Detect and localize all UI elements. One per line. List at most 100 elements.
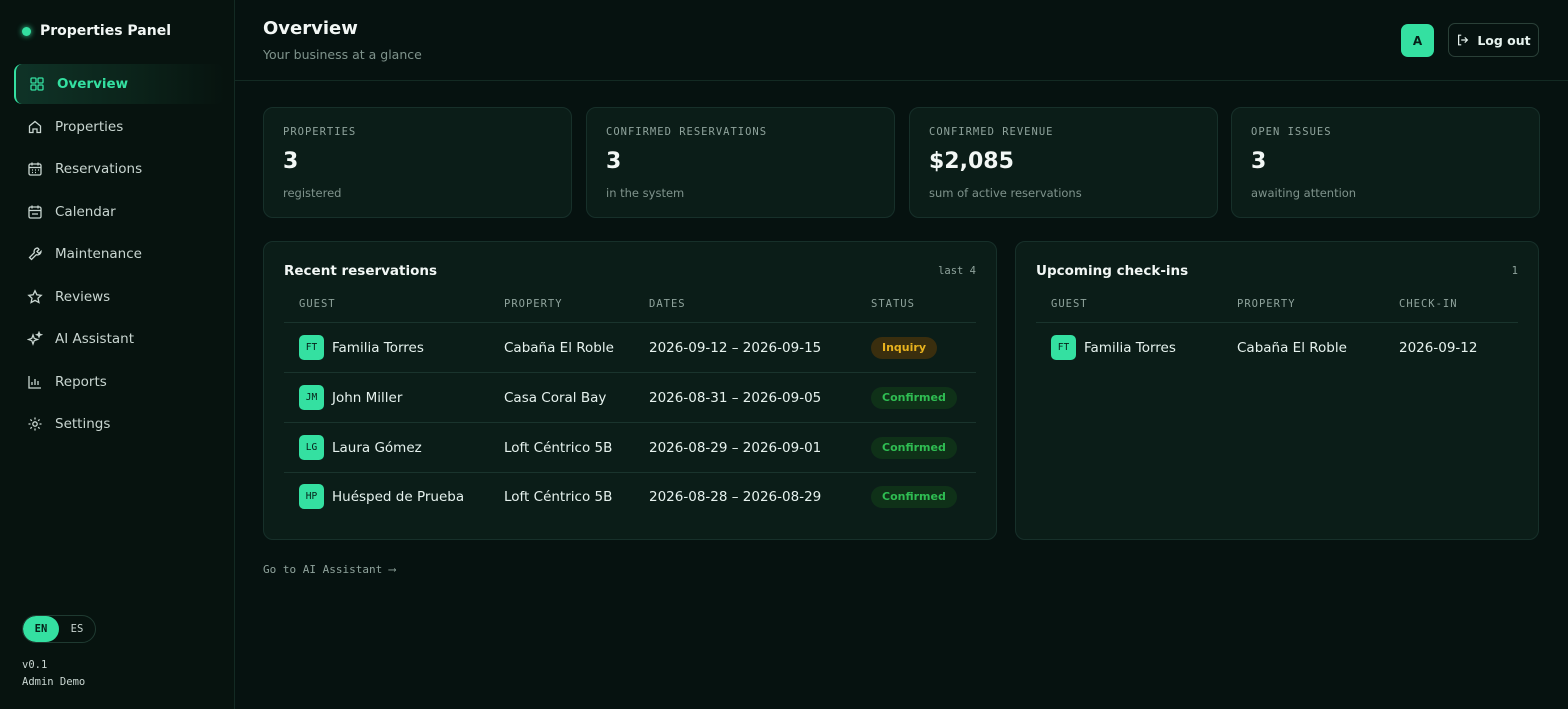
stat-card-confirmed-revenue: CONFIRMED REVENUE $2,085 sum of active r… bbox=[909, 107, 1218, 218]
property-cell: Loft Céntrico 5B bbox=[504, 439, 613, 456]
column-header-guest: GUEST bbox=[299, 298, 336, 310]
stat-label: CONFIRMED RESERVATIONS bbox=[606, 126, 768, 138]
sidebar: Properties Panel Overview Properties Res… bbox=[0, 0, 235, 709]
stat-sub: awaiting attention bbox=[1251, 186, 1357, 200]
sidebar-nav: Overview Properties Reservations Calenda… bbox=[14, 64, 224, 447]
dates-cell: 2026-08-29 – 2026-09-01 bbox=[649, 439, 822, 456]
guest-initials-avatar: FT bbox=[1051, 335, 1076, 360]
stat-card-properties: PROPERTIES 3 registered bbox=[263, 107, 572, 218]
brand-dot-icon bbox=[22, 26, 31, 36]
table-row[interactable]: LG Laura Gómez Loft Céntrico 5B 2026-08-… bbox=[264, 423, 996, 472]
stat-value: 3 bbox=[283, 149, 299, 174]
column-header-guest: GUEST bbox=[1051, 298, 1088, 310]
status-cell: Inquiry bbox=[871, 323, 937, 372]
stat-value: $2,085 bbox=[929, 149, 1014, 174]
guest-cell: FT Familia Torres bbox=[299, 323, 424, 372]
property-cell: Cabaña El Roble bbox=[504, 339, 614, 356]
version-label: v0.1 bbox=[22, 659, 48, 671]
version-info: v0.1 Admin Demo bbox=[22, 657, 85, 691]
property-cell: Casa Coral Bay bbox=[504, 389, 607, 406]
brand: Properties Panel bbox=[22, 22, 171, 40]
panel-title: Upcoming check-ins bbox=[1036, 263, 1189, 279]
sidebar-item-label: AI Assistant bbox=[55, 331, 135, 347]
status-badge: Confirmed bbox=[871, 386, 957, 409]
sidebar-item-properties[interactable]: Properties bbox=[14, 107, 224, 147]
user-label: Admin Demo bbox=[22, 676, 86, 688]
guest-name: Huésped de Prueba bbox=[332, 488, 465, 505]
guest-name: Familia Torres bbox=[332, 339, 424, 356]
stat-label: CONFIRMED REVENUE bbox=[929, 126, 1054, 138]
recent-reservations-panel: Recent reservations last 4 GUEST PROPERT… bbox=[263, 241, 997, 540]
language-toggle: EN ES bbox=[22, 615, 96, 643]
table-row[interactable]: FT Familia Torres Cabaña El Roble 2026-0… bbox=[264, 323, 996, 372]
table-row[interactable]: HP Huésped de Prueba Loft Céntrico 5B 20… bbox=[264, 472, 996, 521]
sidebar-item-calendar[interactable]: Calendar bbox=[14, 192, 224, 232]
status-badge: Confirmed bbox=[871, 485, 957, 508]
guest-initials-avatar: FT bbox=[299, 335, 324, 360]
bar-chart-icon bbox=[27, 374, 43, 390]
panel-meta: last 4 bbox=[938, 265, 976, 277]
panel-meta: 1 bbox=[1511, 265, 1518, 277]
sidebar-item-reports[interactable]: Reports bbox=[14, 362, 224, 402]
lang-en-button[interactable]: EN bbox=[23, 616, 59, 642]
stat-card-confirmed-reservations: CONFIRMED RESERVATIONS 3 in the system bbox=[586, 107, 895, 218]
status-badge: Inquiry bbox=[871, 336, 937, 359]
guest-cell: JM John Miller bbox=[299, 373, 402, 422]
stat-label: PROPERTIES bbox=[283, 126, 357, 138]
guest-cell: HP Huésped de Prueba bbox=[299, 472, 464, 521]
avatar[interactable]: A bbox=[1401, 24, 1434, 57]
stat-label: OPEN ISSUES bbox=[1251, 126, 1332, 138]
column-header-property: PROPERTY bbox=[1237, 298, 1296, 310]
check-in-cell: 2026-09-12 bbox=[1399, 339, 1478, 356]
guest-name: John Miller bbox=[332, 389, 403, 406]
status-cell: Confirmed bbox=[871, 423, 957, 472]
grid-icon bbox=[29, 76, 45, 92]
sidebar-item-label: Reports bbox=[55, 373, 107, 390]
stat-sub: registered bbox=[283, 186, 342, 200]
calendar-grid-icon bbox=[27, 161, 43, 177]
table-row[interactable]: FT Familia Torres Cabaña El Roble 2026-0… bbox=[1016, 323, 1538, 372]
guest-cell: LG Laura Gómez bbox=[299, 423, 422, 472]
sidebar-item-label: Calendar bbox=[55, 203, 116, 220]
column-header-dates: DATES bbox=[649, 298, 686, 310]
sidebar-item-overview[interactable]: Overview bbox=[14, 64, 224, 104]
dates-cell: 2026-09-12 – 2026-09-15 bbox=[649, 339, 822, 356]
guest-name: Familia Torres bbox=[1084, 339, 1176, 356]
logout-button[interactable]: Log out bbox=[1448, 23, 1539, 57]
guest-cell: FT Familia Torres bbox=[1051, 323, 1176, 372]
sidebar-item-label: Settings bbox=[55, 416, 111, 432]
property-cell: Cabaña El Roble bbox=[1237, 339, 1347, 356]
stat-sub: sum of active reservations bbox=[929, 186, 1082, 200]
status-cell: Confirmed bbox=[871, 373, 957, 422]
sidebar-item-ai-assistant[interactable]: AI Assistant bbox=[14, 319, 224, 359]
sidebar-item-label: Overview bbox=[57, 76, 129, 92]
guest-initials-avatar: HP bbox=[299, 484, 324, 509]
guest-initials-avatar: JM bbox=[299, 385, 324, 410]
sparkles-icon bbox=[27, 331, 43, 347]
lang-es-button[interactable]: ES bbox=[59, 616, 95, 642]
sidebar-item-reservations[interactable]: Reservations bbox=[14, 149, 224, 189]
app-title: Properties Panel bbox=[40, 23, 171, 39]
stat-value: 3 bbox=[606, 149, 622, 174]
table-row[interactable]: JM John Miller Casa Coral Bay 2026-08-31… bbox=[264, 373, 996, 422]
sidebar-item-label: Reservations bbox=[55, 161, 143, 177]
guest-name: Laura Gómez bbox=[332, 439, 422, 456]
column-header-check-in: CHECK-IN bbox=[1399, 298, 1458, 310]
status-badge: Confirmed bbox=[871, 436, 957, 459]
home-icon bbox=[27, 119, 43, 135]
sidebar-item-maintenance[interactable]: Maintenance bbox=[14, 234, 224, 274]
property-cell: Loft Céntrico 5B bbox=[504, 488, 613, 505]
page-subtitle: Your business at a glance bbox=[263, 47, 422, 62]
stat-sub: in the system bbox=[606, 186, 685, 200]
header: Overview Your business at a glance A Log… bbox=[235, 0, 1568, 81]
sidebar-item-settings[interactable]: Settings bbox=[14, 404, 224, 444]
sidebar-item-label: Reviews bbox=[55, 288, 111, 305]
page-title: Overview bbox=[263, 18, 358, 39]
column-header-property: PROPERTY bbox=[504, 298, 563, 310]
sidebar-item-label: Properties bbox=[55, 118, 124, 135]
go-to-ai-assistant-link[interactable]: Go to AI Assistant ⟶ bbox=[263, 563, 395, 576]
sidebar-item-label: Maintenance bbox=[55, 246, 142, 262]
wrench-icon bbox=[27, 246, 43, 262]
sidebar-item-reviews[interactable]: Reviews bbox=[14, 277, 224, 317]
guest-initials-avatar: LG bbox=[299, 435, 324, 460]
